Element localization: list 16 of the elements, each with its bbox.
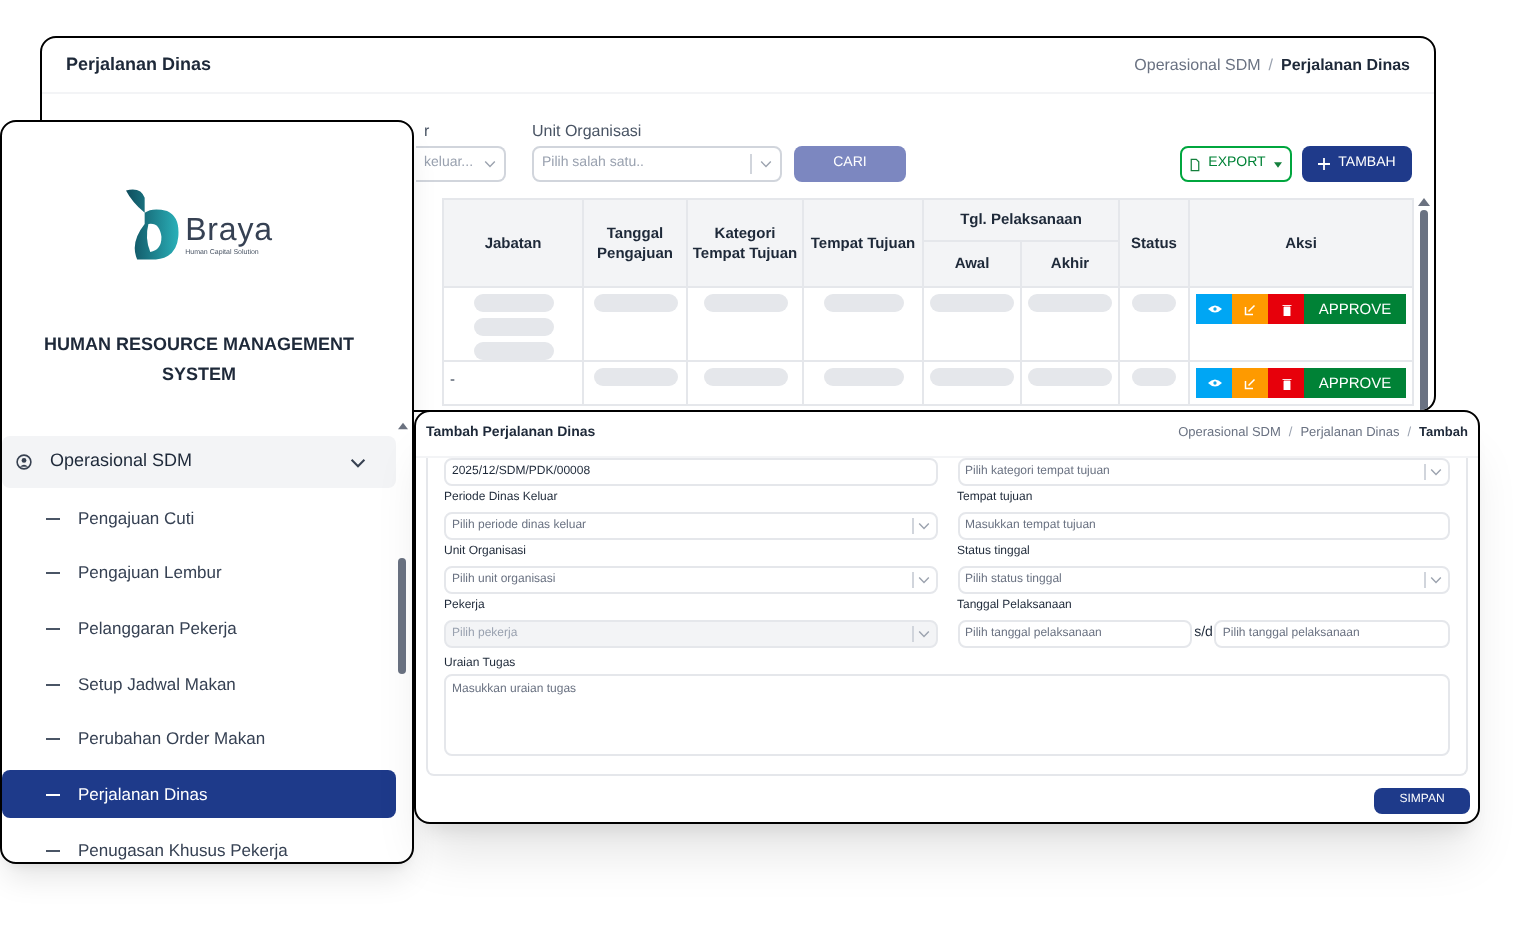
menu-item[interactable]: Pengajuan Lembur xyxy=(2,549,396,598)
window-title: Perjalanan Dinas xyxy=(66,51,212,78)
filter-label: Unit Organisasi xyxy=(532,124,644,144)
breadcrumb-item: Perjalanan Dinas xyxy=(1281,53,1410,77)
logo-text: Braya xyxy=(185,215,273,248)
menu-item[interactable]: Pelanggaran Pekerja xyxy=(2,604,396,653)
menu-item[interactable]: Setup Jadwal Makan xyxy=(2,660,396,709)
menu-group[interactable]: Operasional SDM xyxy=(2,436,396,488)
filter-label: r xyxy=(422,124,432,144)
menu-item[interactable]: Perubahan Order Makan xyxy=(2,715,396,764)
breadcrumb-separator: / xyxy=(1268,53,1274,77)
menu-item[interactable]: Perjalanan Dinas xyxy=(2,770,396,819)
system-name: HUMAN RESOURCE MANAGEMENT SYSTEM xyxy=(42,332,356,388)
menu-item[interactable]: Pengajuan Cuti xyxy=(2,494,396,542)
breadcrumb-item[interactable]: Operasional SDM xyxy=(1134,53,1261,77)
menu-item[interactable]: Penugasan Khusus Pekerja xyxy=(2,826,396,862)
